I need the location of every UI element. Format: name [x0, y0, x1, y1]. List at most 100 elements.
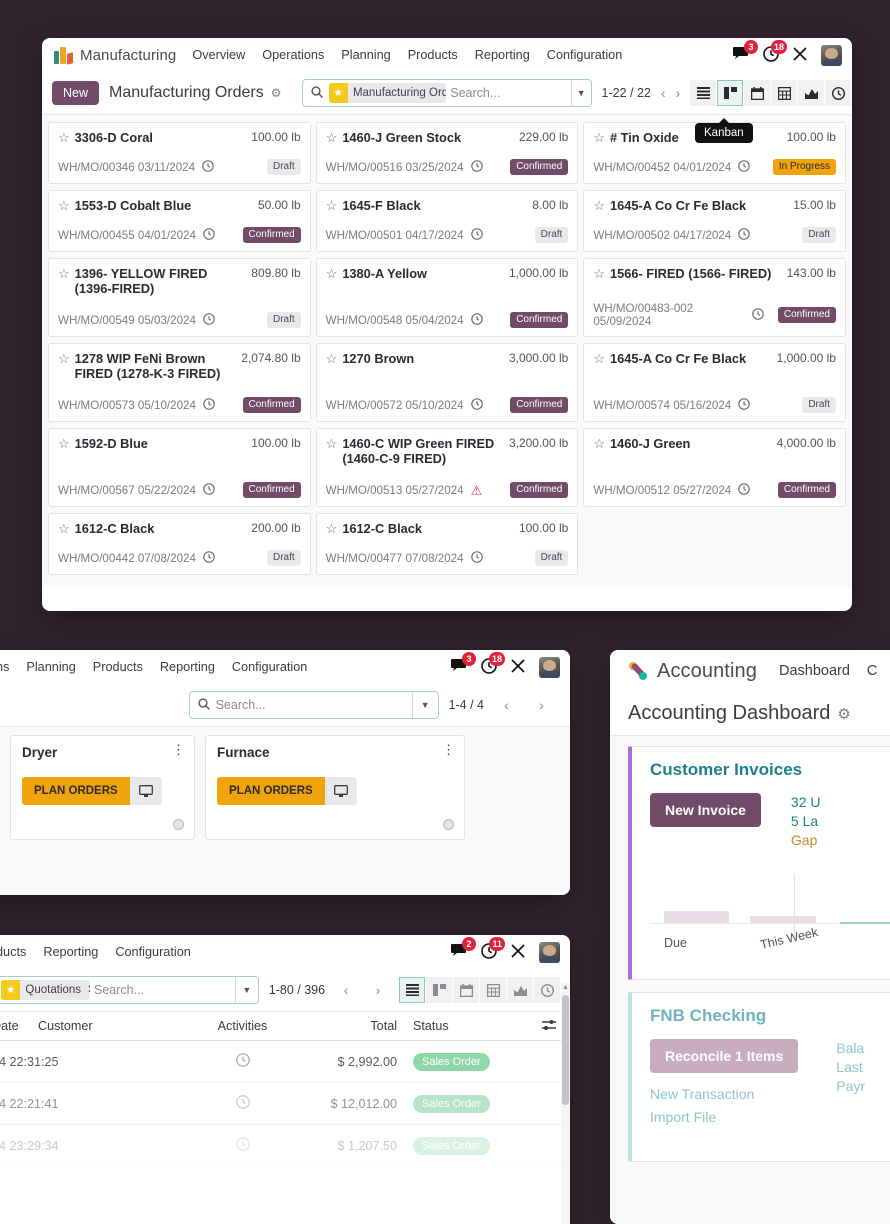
new-invoice-button[interactable]: New Invoice — [650, 793, 761, 827]
kanban-card[interactable]: ☆ 1460-C WIP Green FIRED (1460-C-9 FIRED)… — [315, 428, 579, 507]
nav-item-planning[interactable]: Planning — [341, 48, 390, 62]
chat-bubble-icon[interactable]: 2 — [451, 937, 476, 961]
chat-bubble-icon[interactable]: 3 — [451, 652, 476, 676]
activity-view-icon[interactable] — [534, 977, 560, 1003]
pager-next-button[interactable]: › — [367, 977, 389, 1003]
pivot-view-icon[interactable] — [771, 80, 798, 106]
nav-item-products[interactable]: Products — [93, 660, 143, 674]
clock-icon[interactable] — [203, 228, 215, 242]
kanban-card[interactable]: ☆ 1645-A Co Cr Fe Black 1,000.00 lb WH/MO/0… — [583, 343, 846, 422]
scroll-up-arrow-icon[interactable]: ▲ — [562, 984, 569, 991]
kanban-card[interactable]: ☆ 1612-C Black 200.00 lb WH/MO/00442 07/08/… — [48, 513, 311, 575]
tools-icon[interactable] — [510, 943, 526, 962]
column-header-total[interactable]: Total — [310, 1019, 405, 1033]
tools-icon[interactable] — [792, 46, 808, 65]
chevron-down-icon[interactable]: ▼ — [570, 80, 591, 106]
list-view-icon[interactable] — [690, 80, 717, 106]
search-input[interactable] — [93, 983, 235, 997]
kanban-view-icon[interactable] — [717, 80, 744, 106]
clock-icon[interactable]: 18 — [763, 39, 787, 65]
nav-item-configuration[interactable]: Configuration — [115, 945, 190, 959]
kanban-card[interactable]: ☆ 1645-F Black 8.00 lb WH/MO/00501 04/17/20… — [315, 190, 579, 252]
clock-icon[interactable]: 18 — [481, 651, 505, 677]
monitor-icon[interactable] — [324, 777, 357, 805]
search-input[interactable] — [450, 86, 571, 100]
graph-view-icon[interactable] — [798, 80, 825, 106]
plan-orders-button[interactable]: PLAN ORDERS — [217, 777, 325, 805]
user-avatar[interactable] — [539, 656, 560, 678]
clock-icon[interactable] — [470, 398, 483, 412]
column-settings-icon[interactable] — [495, 1019, 570, 1034]
kanban-card[interactable]: ☆ 1270 Brown 3,000.00 lb WH/MO/00572 05/10/… — [315, 343, 579, 422]
nav-item-operations[interactable]: Operations — [262, 48, 324, 62]
chevron-down-icon[interactable]: ▼ — [411, 692, 438, 718]
clock-icon[interactable] — [175, 1095, 310, 1112]
clock-icon[interactable] — [202, 160, 214, 174]
clock-icon[interactable] — [470, 551, 483, 565]
star-icon[interactable]: ☆ — [593, 130, 605, 145]
clock-icon[interactable] — [175, 1053, 310, 1070]
pivot-view-icon[interactable] — [480, 977, 506, 1003]
nav-item-dashboard[interactable]: Dashboard — [779, 663, 850, 679]
star-icon[interactable]: ☆ — [58, 198, 70, 213]
plan-orders-button[interactable]: PLAN ORDERS — [22, 777, 130, 805]
star-icon[interactable]: ☆ — [593, 198, 605, 213]
clock-icon[interactable] — [738, 483, 751, 497]
star-icon[interactable]: ☆ — [326, 130, 338, 145]
kanban-card[interactable]: ☆ 1460-J Green Stock 229.00 lb WH/MO/00516 … — [315, 122, 579, 184]
clock-icon[interactable] — [470, 313, 483, 327]
nav-item-configuration[interactable]: Configuration — [232, 660, 307, 674]
close-icon[interactable]: ✕ — [86, 980, 90, 1000]
clock-icon[interactable] — [738, 160, 751, 174]
kanban-card[interactable]: ☆ 1566- FIRED (1566- FIRED) 143.00 lb WH/MO… — [583, 258, 846, 337]
stat-late[interactable]: 5 La — [791, 812, 821, 831]
star-icon[interactable]: ☆ — [326, 266, 338, 281]
vertical-scrollbar[interactable]: ▲ — [561, 983, 570, 1224]
clock-icon[interactable] — [752, 308, 764, 322]
kanban-view-icon[interactable] — [426, 977, 452, 1003]
search-input[interactable] — [215, 698, 412, 712]
clock-icon[interactable]: 11 — [481, 936, 505, 962]
user-avatar[interactable] — [821, 44, 842, 66]
chevron-down-icon[interactable]: ▼ — [234, 977, 258, 1003]
clock-icon[interactable] — [203, 483, 215, 497]
pager-previous-button[interactable]: ‹ — [335, 977, 357, 1003]
star-icon[interactable]: ☆ — [58, 436, 70, 451]
calendar-view-icon[interactable] — [453, 977, 479, 1003]
gear-icon[interactable]: ⚙ — [837, 705, 850, 723]
calendar-view-icon[interactable] — [744, 80, 771, 106]
stat-unpaid[interactable]: 32 U — [791, 793, 821, 812]
column-header-status[interactable]: Status — [405, 1019, 495, 1033]
nav-item-products[interactable]: ducts — [0, 945, 26, 959]
warning-icon[interactable]: ⚠ — [471, 484, 483, 497]
search-facet-quotations[interactable]: ★ Quotations ✕ — [1, 980, 90, 1000]
new-transaction-link[interactable]: New Transaction — [650, 1083, 798, 1106]
star-icon[interactable]: ☆ — [58, 521, 70, 536]
star-icon[interactable]: ☆ — [58, 130, 70, 145]
stat-balance[interactable]: Bala — [836, 1039, 865, 1058]
clock-icon[interactable] — [738, 228, 751, 242]
clock-icon[interactable] — [470, 160, 483, 174]
clock-icon[interactable] — [470, 228, 483, 242]
stat-gap[interactable]: Gap — [791, 831, 821, 850]
tools-icon[interactable] — [510, 658, 526, 677]
star-icon[interactable]: ☆ — [593, 436, 605, 451]
kanban-card[interactable]: ☆ 1278 WIP FeNi Brown FIRED (1278-K-3 FIR… — [48, 343, 311, 422]
column-header-activities[interactable]: Activities — [175, 1019, 310, 1033]
pager-next-button[interactable]: › — [676, 80, 681, 106]
star-icon[interactable]: ☆ — [58, 266, 70, 281]
nav-item-operations[interactable]: ns — [0, 660, 9, 674]
clock-icon[interactable] — [203, 313, 215, 327]
pager-previous-button[interactable]: ‹ — [661, 80, 666, 106]
nav-item-reporting[interactable]: Reporting — [43, 945, 98, 959]
clock-icon[interactable] — [203, 551, 215, 565]
pager-previous-button[interactable]: ‹ — [494, 692, 519, 718]
workcenter-card-furnace[interactable]: Furnace ⋮ PLAN ORDERS — [205, 735, 465, 840]
gear-icon[interactable]: ⚙ — [271, 86, 282, 100]
star-icon[interactable]: ☆ — [326, 351, 338, 366]
star-icon[interactable]: ☆ — [326, 436, 338, 451]
column-header-date[interactable]: Date — [0, 1019, 30, 1033]
kanban-card[interactable]: ☆ 1380-A Yellow 1,000.00 lb WH/MO/00548 05/… — [315, 258, 579, 337]
kanban-card[interactable]: ☆ 3306-D Coral 100.00 lb WH/MO/00346 03/11/… — [48, 122, 311, 184]
nav-item-customers[interactable]: C — [867, 663, 877, 679]
